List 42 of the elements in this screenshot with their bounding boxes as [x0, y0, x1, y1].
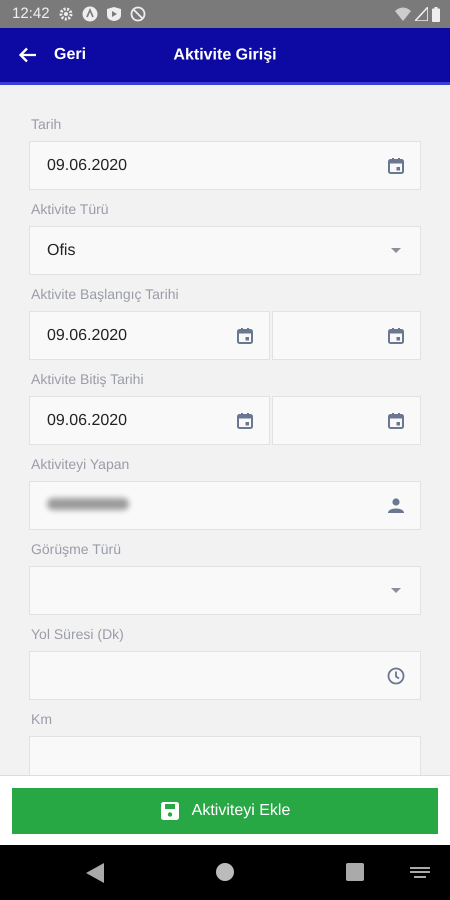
person-field[interactable] [29, 481, 421, 530]
calendar-icon [386, 156, 406, 176]
settings-icon [58, 6, 74, 22]
date-field[interactable]: 09.06.2020 [29, 311, 270, 360]
calendar-icon [235, 410, 255, 430]
field-label: Tarih [31, 115, 62, 134]
dropdown-caret-icon [391, 588, 401, 593]
dropdown-field[interactable] [29, 566, 421, 615]
wifi-icon [395, 7, 411, 21]
input-field[interactable] [29, 736, 421, 775]
field-label: Aktivite Bitiş Tarihi [31, 370, 144, 389]
shield-play-icon [106, 6, 122, 22]
calendar-icon [235, 326, 255, 346]
home-nav-icon[interactable] [216, 863, 234, 881]
save-icon [160, 801, 180, 821]
person-icon [386, 496, 406, 516]
time-field[interactable] [272, 396, 421, 445]
battery-icon [432, 6, 440, 22]
field-label: Aktiviteyi Yapan [31, 455, 130, 474]
back-arrow-icon [18, 45, 38, 65]
back-nav-icon[interactable] [86, 863, 104, 883]
dropdown-caret-icon [391, 248, 401, 253]
field-label: Yol Süresi (Dk) [31, 625, 124, 644]
duration-field[interactable] [29, 651, 421, 700]
date-field[interactable]: 09.06.2020 [29, 396, 270, 445]
keyboard-icon[interactable] [410, 867, 430, 879]
status-time: 12:42 [12, 4, 50, 24]
calendar-icon [386, 326, 406, 346]
calendar-icon [386, 410, 406, 430]
field-label: Km [31, 710, 52, 729]
blocked-icon [130, 6, 146, 22]
field-label: Aktivite Türü [31, 200, 109, 219]
dropdown-field[interactable]: Ofis [29, 226, 421, 275]
signal-icon [415, 7, 428, 21]
date-field[interactable]: 09.06.2020 [29, 141, 421, 190]
time-field[interactable] [272, 311, 421, 360]
back-button[interactable]: Geri [12, 39, 92, 71]
clock-icon [386, 666, 406, 686]
screen-title: Aktivite Girişi [173, 45, 277, 65]
app-notification-icon [82, 6, 98, 22]
field-label: Aktivite Başlangıç Tarihi [31, 285, 179, 304]
field-label: Görüşme Türü [31, 540, 121, 559]
